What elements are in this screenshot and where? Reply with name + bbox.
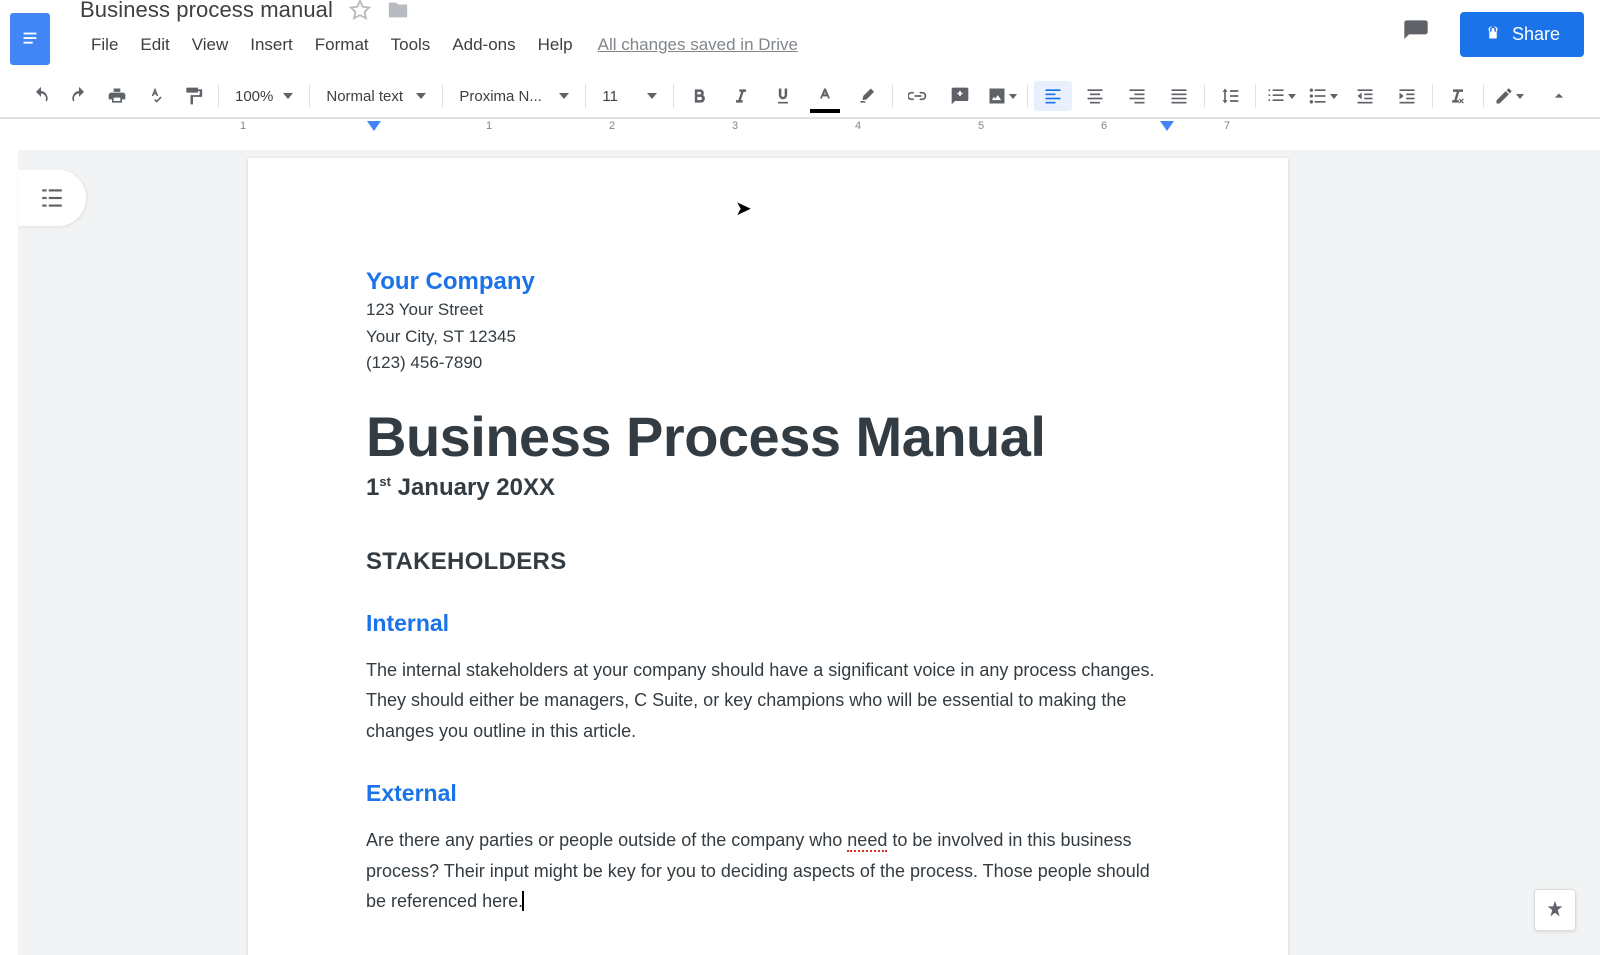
menu-bar: File Edit View Insert Format Tools Add-o… — [80, 29, 1402, 61]
font-dropdown[interactable]: Proxima N... — [449, 81, 579, 111]
style-value: Normal text — [326, 88, 403, 105]
menu-help[interactable]: Help — [527, 29, 584, 61]
star-icon[interactable] — [349, 0, 371, 21]
bulleted-list-button[interactable] — [1304, 81, 1342, 111]
redo-button[interactable] — [60, 81, 98, 111]
paragraph-internal: The internal stakeholders at your compan… — [366, 655, 1166, 747]
numbered-list-button[interactable] — [1262, 81, 1300, 111]
move-folder-icon[interactable] — [387, 0, 409, 21]
bold-button[interactable] — [680, 81, 718, 111]
font-size-dropdown[interactable]: 11 — [592, 81, 667, 111]
insert-image-button[interactable] — [983, 81, 1021, 111]
underline-button[interactable] — [764, 81, 802, 111]
document-title[interactable]: Business process manual — [80, 0, 333, 23]
ruler-tick: 7 — [1224, 120, 1230, 132]
toolbar: 100% Normal text Proxima N... 11 — [0, 74, 1600, 119]
paint-format-button[interactable] — [174, 81, 212, 111]
align-justify-button[interactable] — [1160, 81, 1198, 111]
menu-format[interactable]: Format — [304, 29, 380, 61]
zoom-value: 100% — [235, 88, 273, 105]
ruler-tick: 1 — [486, 120, 492, 132]
zoom-dropdown[interactable]: 100% — [225, 81, 303, 111]
align-left-button[interactable] — [1034, 81, 1072, 111]
paragraph-external: Are there any parties or people outside … — [366, 825, 1166, 917]
editing-mode-button[interactable] — [1490, 81, 1528, 111]
explore-button[interactable] — [1534, 889, 1576, 931]
vertical-ruler[interactable] — [0, 150, 18, 955]
collapse-toolbar-button[interactable] — [1540, 81, 1578, 111]
spelling-error[interactable]: need — [847, 830, 887, 852]
ruler-tick: 1 — [240, 120, 246, 132]
text-color-button[interactable] — [806, 81, 844, 111]
decrease-indent-button[interactable] — [1346, 81, 1384, 111]
share-button[interactable]: Share — [1460, 12, 1584, 57]
italic-button[interactable] — [722, 81, 760, 111]
subheading-internal: Internal — [366, 610, 1170, 637]
company-phone: (123) 456-7890 — [366, 351, 1170, 376]
ruler-tick: 5 — [978, 120, 984, 132]
paragraph-style-dropdown[interactable]: Normal text — [316, 81, 436, 111]
section-stakeholders: STAKEHOLDERS — [366, 548, 1170, 576]
add-comment-button[interactable] — [941, 81, 979, 111]
company-address-line2: Your City, ST 12345 — [366, 325, 1170, 350]
share-label: Share — [1512, 24, 1560, 45]
ruler-tick: 4 — [855, 120, 861, 132]
menu-addons[interactable]: Add-ons — [441, 29, 526, 61]
horizontal-ruler[interactable]: 1 1 2 3 4 5 6 7 — [0, 119, 1600, 137]
mouse-cursor-icon: ➤ — [735, 196, 752, 221]
document-canvas: ➤ Your Company 123 Your Street Your City… — [0, 150, 1600, 955]
docs-app-icon[interactable] — [10, 13, 50, 65]
right-indent-marker[interactable] — [1160, 121, 1174, 131]
font-value: Proxima N... — [459, 88, 542, 105]
insert-link-button[interactable] — [899, 81, 937, 111]
left-indent-marker[interactable] — [367, 121, 381, 131]
menu-tools[interactable]: Tools — [380, 29, 442, 61]
align-right-button[interactable] — [1118, 81, 1156, 111]
company-name: Your Company — [366, 268, 1170, 296]
line-spacing-button[interactable] — [1211, 81, 1249, 111]
align-center-button[interactable] — [1076, 81, 1114, 111]
increase-indent-button[interactable] — [1388, 81, 1426, 111]
company-address-line1: 123 Your Street — [366, 298, 1170, 323]
document-date: 1st January 20XX — [366, 474, 1170, 502]
ruler-tick: 3 — [732, 120, 738, 132]
menu-view[interactable]: View — [181, 29, 240, 61]
document-heading: Business Process Manual — [366, 406, 1170, 468]
spellcheck-button[interactable] — [136, 81, 174, 111]
print-button[interactable] — [98, 81, 136, 111]
menu-file[interactable]: File — [80, 29, 129, 61]
highlight-button[interactable] — [848, 81, 886, 111]
ruler-tick: 2 — [609, 120, 615, 132]
undo-button[interactable] — [22, 81, 60, 111]
ruler-tick: 6 — [1101, 120, 1107, 132]
outline-toggle-button[interactable] — [18, 170, 86, 226]
size-value: 11 — [602, 88, 618, 105]
menu-edit[interactable]: Edit — [129, 29, 180, 61]
menu-insert[interactable]: Insert — [239, 29, 304, 61]
subheading-external: External — [366, 780, 1170, 807]
document-page[interactable]: ➤ Your Company 123 Your Street Your City… — [248, 158, 1288, 955]
comments-icon[interactable] — [1402, 18, 1430, 51]
save-status[interactable]: All changes saved in Drive — [598, 35, 798, 55]
text-cursor — [522, 891, 524, 911]
clear-formatting-button[interactable] — [1439, 81, 1477, 111]
